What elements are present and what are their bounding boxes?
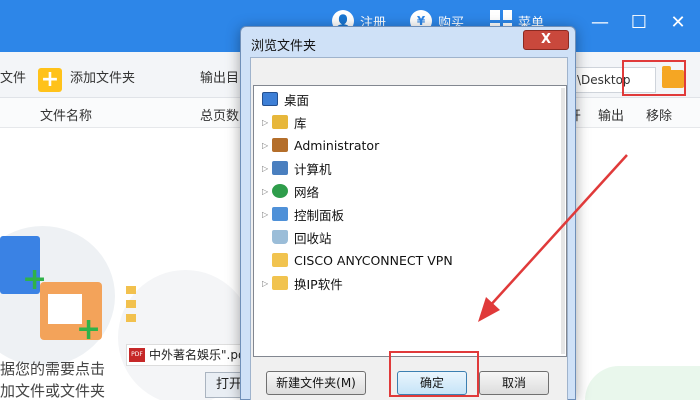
minimize-button[interactable]: — — [585, 10, 615, 36]
tree-item-cisco-vpn[interactable]: CISCO ANYCONNECT VPN — [272, 250, 453, 270]
expand-arrow-icon[interactable]: ▷ — [262, 187, 272, 196]
tree-scrollbar[interactable] — [561, 88, 565, 354]
expand-arrow-icon[interactable]: ▷ — [262, 118, 272, 127]
highlight-browse-box — [622, 60, 686, 96]
tree-item-desktop[interactable]: 桌面 — [262, 89, 309, 109]
computer-icon — [272, 161, 288, 175]
preview-success-illustration — [585, 366, 700, 400]
user-folder-icon — [272, 138, 288, 152]
tree-item-recycle-bin[interactable]: 回收站 — [272, 227, 332, 247]
tree-item-label: Administrator — [294, 137, 380, 153]
list-item — [126, 284, 246, 296]
tree-item-label: 控制面板 — [294, 207, 345, 223]
tree-item-label: 计算机 — [294, 161, 332, 177]
dialog-close-button[interactable]: X — [523, 30, 569, 50]
folder-icon — [272, 253, 288, 267]
list-item — [126, 298, 246, 310]
maximize-button[interactable]: ☐ — [624, 10, 654, 36]
tree-item-label: 库 — [294, 115, 307, 131]
tree-item-network[interactable]: ▷ 网络 — [262, 181, 319, 201]
tree-item-control-panel[interactable]: ▷ 控制面板 — [262, 204, 344, 224]
tree-item-label: 回收站 — [294, 230, 332, 246]
tree-item-label: 换IP软件 — [294, 276, 343, 292]
add-folder-plus-icon: + — [76, 312, 102, 347]
add-file-button[interactable]: 文件 — [0, 67, 26, 86]
add-folder-button[interactable]: 添加文件夹 — [70, 67, 135, 86]
output-dir-label: 输出目 — [200, 71, 240, 86]
expand-arrow-icon[interactable]: ▷ — [262, 164, 272, 173]
browse-folder-dialog: 浏览文件夹 X 桌面 ▷ 库 ▷ Administrator ▷ 计算机 ▷ 网… — [240, 26, 576, 400]
close-button[interactable]: ✕ — [663, 10, 693, 36]
col-total-pages: 总页数 — [200, 109, 240, 124]
tree-item-library[interactable]: ▷ 库 — [262, 112, 307, 132]
col-output: 输出 — [598, 109, 625, 124]
desktop-icon — [262, 92, 278, 106]
empty-hint-line2: 加文件或文件夹 — [0, 382, 106, 400]
expand-arrow-icon[interactable]: ▷ — [262, 141, 272, 150]
tree-item-label: 网络 — [294, 184, 320, 200]
expand-arrow-icon[interactable]: ▷ — [262, 210, 272, 219]
cancel-button[interactable]: 取消 — [479, 371, 549, 395]
folder-tree[interactable]: 桌面 ▷ 库 ▷ Administrator ▷ 计算机 ▷ 网络 ▷ 控制面板 — [253, 85, 567, 357]
pdf-file-name: 中外著名娛乐".pdf — [149, 348, 246, 362]
new-folder-button[interactable]: 新建文件夹(M) — [266, 371, 366, 395]
recycle-bin-icon — [272, 230, 288, 244]
folder-icon — [272, 276, 288, 290]
col-remove: 移除 — [646, 109, 673, 124]
list-item — [126, 312, 246, 324]
empty-hint-line1: 据您的需要点击 — [0, 360, 106, 378]
col-file-name: 文件名称 — [40, 109, 93, 124]
network-icon — [272, 184, 288, 198]
expand-arrow-icon[interactable]: ▷ — [262, 279, 272, 288]
tree-item-label: 桌面 — [284, 92, 310, 108]
library-icon — [272, 115, 288, 129]
highlight-ok-box — [389, 351, 479, 397]
control-panel-icon — [272, 207, 288, 221]
tree-item-ip-software[interactable]: ▷ 换IP软件 — [262, 273, 343, 293]
tree-item-administrator[interactable]: ▷ Administrator — [262, 135, 379, 155]
pdf-icon: PDF — [129, 348, 145, 362]
tree-item-computer[interactable]: ▷ 计算机 — [262, 158, 332, 178]
add-folder-icon: + — [38, 68, 62, 92]
preview-file-list — [126, 284, 246, 344]
dialog-title: 浏览文件夹 — [251, 39, 317, 54]
preview-pdf-item: PDF 中外著名娛乐".pdf — [126, 344, 246, 366]
tree-item-label: CISCO ANYCONNECT VPN — [294, 252, 453, 268]
